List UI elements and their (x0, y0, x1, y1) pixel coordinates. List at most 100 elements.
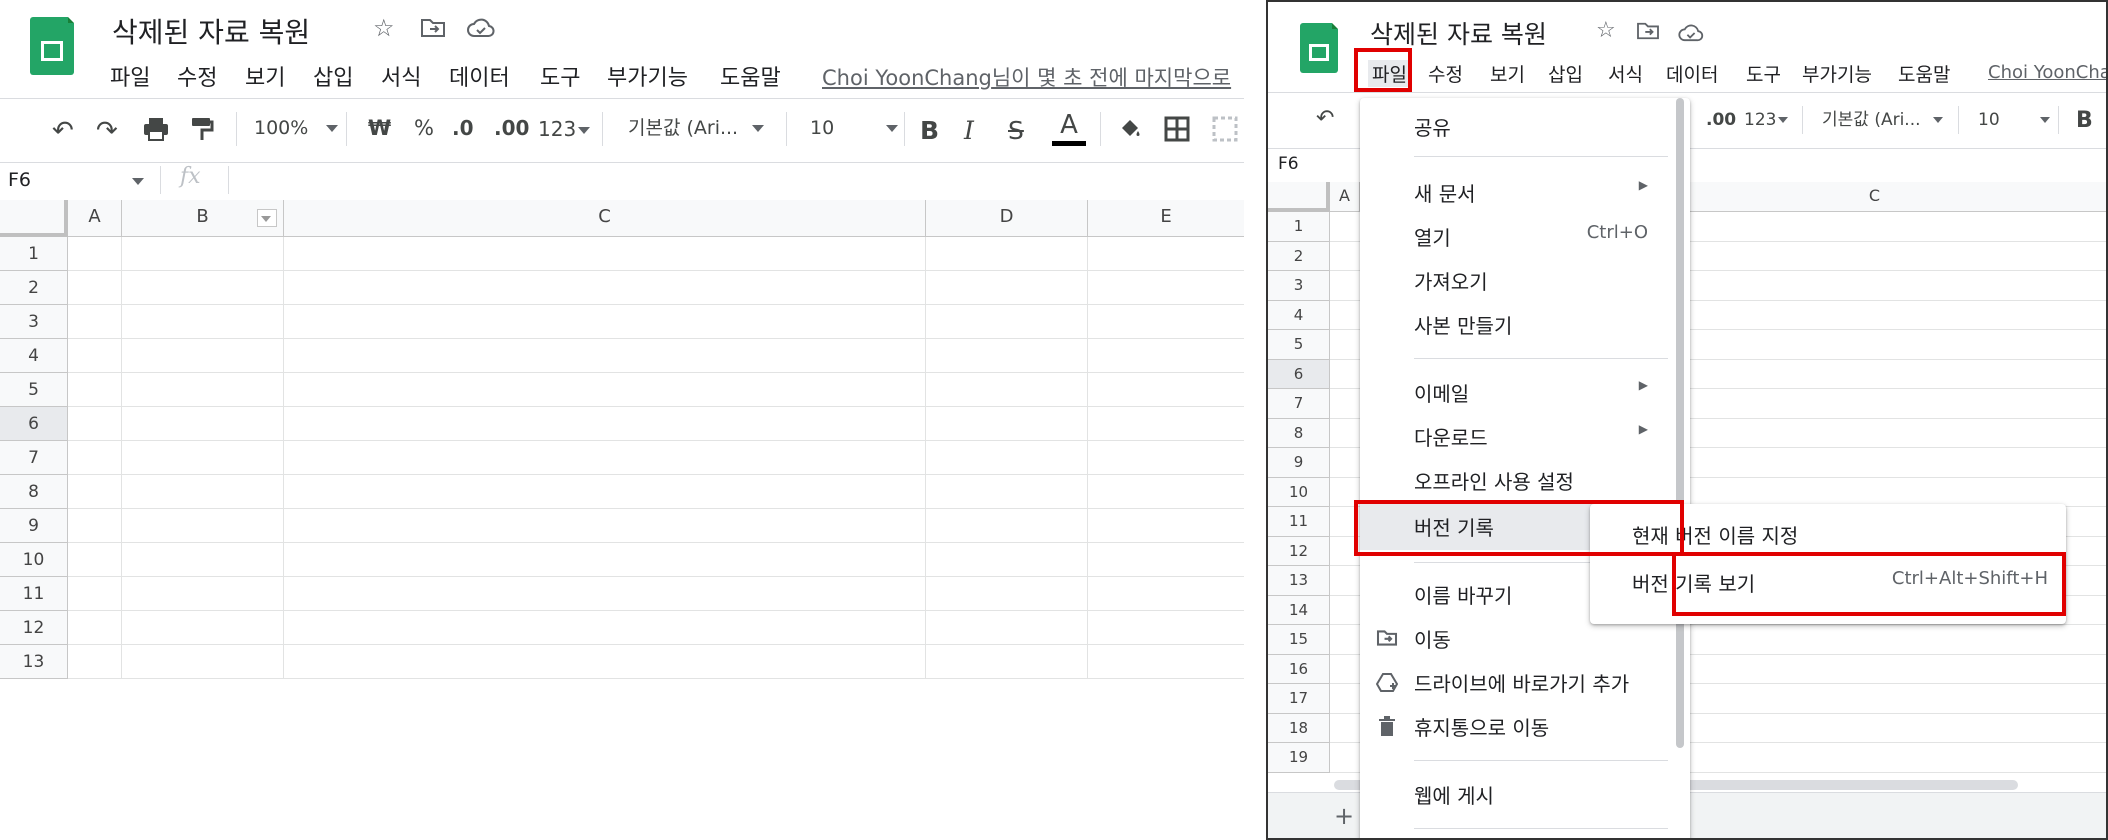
select-all-corner[interactable] (1268, 182, 1330, 212)
bold-button[interactable]: B (2076, 110, 2093, 132)
star-icon[interactable]: ☆ (373, 16, 395, 40)
row-header[interactable]: 8 (0, 475, 68, 509)
menu-item-make-copy[interactable]: 사본 만들기 (1360, 310, 1690, 344)
menu-help[interactable]: 도움말 (720, 60, 781, 92)
document-title[interactable]: 삭제된 자료 복원 (112, 11, 310, 51)
menu-item-download[interactable]: 다운로드 ▶ (1360, 422, 1690, 456)
menu-data[interactable]: 데이터 (1666, 60, 1718, 87)
menu-insert[interactable]: 삽입 (1548, 60, 1583, 87)
font-family-select[interactable]: 기본값 (Ari... (628, 119, 765, 138)
last-edit-text[interactable]: 님이 몇 초 전에 마지막으로 (992, 66, 1231, 90)
row-header[interactable]: 10 (1268, 477, 1330, 507)
menu-view[interactable]: 보기 (1490, 60, 1525, 87)
menu-item-move[interactable]: 이동 (1360, 624, 1690, 658)
row-header[interactable]: 7 (0, 441, 68, 475)
percent-format-button[interactable]: % (414, 118, 434, 139)
row-header[interactable]: 11 (1268, 507, 1330, 537)
last-edit-link[interactable]: Choi YoonChang (1988, 62, 2106, 83)
row-header[interactable]: 19 (1268, 743, 1330, 773)
last-edit-link[interactable]: Choi YoonChang님이 몇 초 전에 마지막으로 (822, 62, 1244, 92)
spreadsheet-grid[interactable]: A B C D E 1 2 3 4 5 6 7 8 9 10 11 12 13 (0, 200, 1244, 684)
row-header[interactable]: 13 (0, 645, 68, 679)
menu-edit[interactable]: 수정 (177, 60, 217, 92)
document-title[interactable]: 삭제된 자료 복원 (1370, 15, 1547, 51)
menu-tools[interactable]: 도구 (540, 60, 580, 92)
decrease-decimal-button[interactable]: .0 (452, 118, 474, 138)
row-header[interactable]: 6 (1268, 359, 1330, 389)
star-icon[interactable]: ☆ (1596, 20, 1616, 42)
column-header-c[interactable]: C (284, 200, 926, 237)
increase-decimal-button[interactable]: .00 (494, 118, 529, 138)
row-header[interactable]: 3 (1268, 271, 1330, 301)
row-header[interactable]: 11 (0, 577, 68, 611)
row-header[interactable]: 1 (1268, 212, 1330, 242)
row-header[interactable]: 17 (1268, 684, 1330, 714)
menu-format[interactable]: 서식 (381, 60, 421, 92)
row-header[interactable]: 8 (1268, 418, 1330, 448)
row-header[interactable]: 5 (1268, 330, 1330, 360)
menu-help[interactable]: 도움말 (1898, 60, 1950, 87)
last-edit-user[interactable]: Choi YoonChang (822, 66, 992, 90)
menu-insert[interactable]: 삽입 (313, 60, 353, 92)
menu-item-import[interactable]: 가져오기 (1360, 266, 1690, 300)
row-header[interactable]: 4 (0, 339, 68, 373)
increase-decimal-button[interactable]: .00 (1706, 112, 1736, 129)
menu-format[interactable]: 서식 (1608, 60, 1643, 87)
menu-addons[interactable]: 부가기능 (607, 60, 688, 92)
redo-icon[interactable]: ↷ (96, 118, 118, 144)
move-folder-icon[interactable] (420, 17, 446, 43)
italic-button[interactable]: I (964, 118, 974, 143)
row-header[interactable]: 3 (0, 305, 68, 339)
undo-icon[interactable]: ↶ (52, 118, 74, 144)
cloud-saved-icon[interactable] (467, 18, 495, 42)
menu-item-offline[interactable]: 오프라인 사용 설정 (1360, 466, 1690, 500)
font-size-select[interactable]: 10 (1978, 112, 2050, 129)
menu-data[interactable]: 데이터 (449, 60, 510, 92)
strikethrough-button[interactable]: S (1008, 118, 1024, 143)
cloud-saved-icon[interactable] (1678, 22, 1704, 46)
row-header[interactable]: 15 (1268, 625, 1330, 655)
row-header[interactable]: 2 (1268, 241, 1330, 271)
menu-item-add-shortcut[interactable]: 드라이브에 바로가기 추가 (1360, 668, 1690, 702)
name-box[interactable]: F6 (0, 164, 152, 196)
row-header[interactable]: 12 (0, 611, 68, 645)
sheets-logo-icon[interactable] (1300, 23, 1338, 73)
text-color-button[interactable]: A (1052, 112, 1086, 146)
font-family-select[interactable]: 기본값 (Ari... (1822, 112, 1943, 129)
row-header[interactable]: 6 (0, 407, 68, 441)
zoom-select[interactable]: 100% (254, 119, 339, 138)
name-box[interactable]: F6 (1278, 154, 1299, 174)
row-header[interactable]: 18 (1268, 713, 1330, 743)
bold-button[interactable]: B (920, 118, 939, 143)
row-header[interactable]: 14 (1268, 595, 1330, 625)
menu-file[interactable]: 파일 (110, 60, 150, 92)
row-header[interactable]: 9 (0, 509, 68, 543)
menu-tools[interactable]: 도구 (1746, 60, 1781, 87)
filter-dropdown-icon[interactable] (257, 209, 277, 227)
row-header[interactable]: 7 (1268, 389, 1330, 419)
borders-icon[interactable] (1164, 116, 1190, 145)
formula-input[interactable] (230, 164, 1244, 196)
column-header-e[interactable]: E (1088, 200, 1244, 237)
menu-edit[interactable]: 수정 (1428, 60, 1463, 87)
move-folder-icon[interactable] (1636, 21, 1660, 45)
column-header-a[interactable]: A (1330, 182, 1360, 212)
column-header-d[interactable]: D (926, 200, 1088, 237)
menu-item-new[interactable]: 새 문서 ▶ (1360, 178, 1690, 212)
add-sheet-button[interactable]: + (1334, 802, 1354, 830)
menu-item-trash[interactable]: 휴지통으로 이동 (1360, 712, 1690, 746)
print-icon[interactable] (142, 116, 170, 145)
undo-icon[interactable]: ↶ (1316, 108, 1334, 130)
row-header[interactable]: 9 (1268, 448, 1330, 478)
menu-item-share[interactable]: 공유 (1360, 112, 1690, 146)
menu-item-open[interactable]: 열기 Ctrl+O (1360, 222, 1690, 256)
menu-view[interactable]: 보기 (245, 60, 285, 92)
menu-item-publish[interactable]: 웹에 게시 (1360, 780, 1690, 814)
more-formats-select[interactable]: 123 (1744, 112, 1789, 129)
more-formats-select[interactable]: 123 (538, 119, 591, 139)
sheets-logo-icon[interactable] (30, 17, 74, 75)
font-size-select[interactable]: 10 (810, 119, 899, 138)
row-header[interactable]: 5 (0, 373, 68, 407)
select-all-corner[interactable] (0, 200, 68, 237)
paint-format-icon[interactable] (190, 116, 214, 145)
